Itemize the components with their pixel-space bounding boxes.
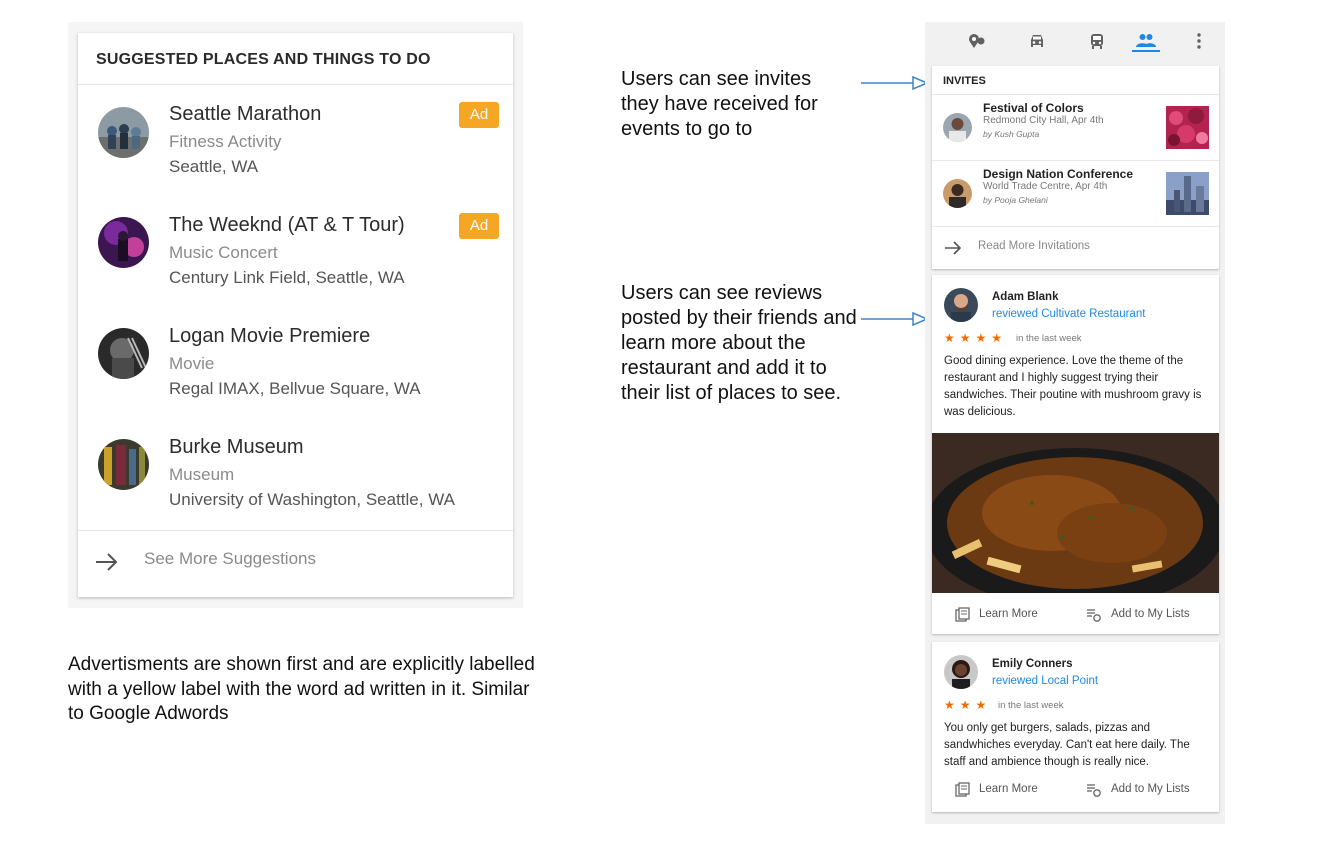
avatar <box>943 113 972 142</box>
suggestion-item-the-weeknd[interactable]: The Weeknd (AT & T Tour) Music Concert C… <box>78 202 513 302</box>
invite-place: World Trade Centre, Apr 4th <box>983 181 1108 192</box>
invite-title: Design Nation Conference <box>983 167 1134 181</box>
avatar <box>98 107 149 158</box>
suggestion-location: University of Washington, Seattle, WA <box>169 490 455 509</box>
article-icon <box>955 782 970 797</box>
review-photo <box>932 433 1219 593</box>
invites-annotation: Users can see invites they have received… <box>621 68 818 140</box>
avatar <box>943 179 972 208</box>
reviews-annotation: Users can see reviews posted by their fr… <box>621 282 857 404</box>
review-text: Good dining experience. Love the theme o… <box>944 355 1202 418</box>
arrow-right-icon <box>96 553 118 571</box>
invite-sender: by Kush Gupta <box>983 129 1040 139</box>
transit-icon[interactable] <box>1086 30 1108 52</box>
add-to-lists-button[interactable]: Add to My Lists <box>1111 783 1190 795</box>
suggestion-title: Burke Museum <box>169 436 304 458</box>
suggestion-category: Music Concert <box>169 243 278 262</box>
see-more-suggestions-button[interactable]: See More Suggestions <box>78 530 513 597</box>
avatar <box>944 655 978 689</box>
read-more-invitations-button[interactable]: Read More Invitations <box>932 227 1219 269</box>
ads-annotation: Advertisments are shown first and are ex… <box>68 654 535 724</box>
avatar <box>98 217 149 268</box>
avatar <box>98 439 149 490</box>
suggestion-location: Century Link Field, Seattle, WA <box>169 268 405 287</box>
reviewer-name: Adam Blank <box>992 291 1059 303</box>
invite-item[interactable]: Festival of Colors Redmond City Hall, Ap… <box>932 95 1219 161</box>
read-more-label: Read More Invitations <box>978 240 1090 252</box>
ad-badge: Ad <box>459 102 499 128</box>
suggestion-category: Movie <box>169 354 215 373</box>
suggestion-location: Regal IMAX, Bellvue Square, WA <box>169 379 421 398</box>
suggestion-category: Museum <box>169 465 235 484</box>
invites-header: INVITES <box>932 66 1219 95</box>
event-thumbnail <box>1166 106 1209 149</box>
star-rating: ★★★★ <box>944 331 1008 345</box>
suggestion-item-logan-movie[interactable]: Logan Movie Premiere Movie Regal IMAX, B… <box>78 313 513 413</box>
active-tab-indicator <box>1132 50 1160 52</box>
invite-title: Festival of Colors <box>983 101 1084 115</box>
people-icon[interactable] <box>1135 30 1157 52</box>
review-card: Emily Conners reviewed Local Point ★★★ i… <box>932 642 1219 812</box>
learn-more-button[interactable]: Learn More <box>979 608 1038 620</box>
invite-item[interactable]: Design Nation Conference World Trade Cen… <box>932 161 1219 227</box>
suggestion-title: The Weeknd (AT & T Tour) <box>169 214 405 236</box>
review-time: in the last week <box>1016 333 1082 344</box>
invite-place: Redmond City Hall, Apr 4th <box>983 115 1104 126</box>
car-icon[interactable] <box>1026 30 1048 52</box>
pointer-arrow-icon <box>861 312 929 326</box>
pointer-arrow-icon <box>861 76 929 90</box>
review-time: in the last week <box>998 700 1064 711</box>
article-icon <box>955 607 970 622</box>
review-place-link[interactable]: reviewed Cultivate Restaurant <box>992 308 1145 320</box>
review-card: Adam Blank reviewed Cultivate Restaurant… <box>932 275 1219 634</box>
ad-badge: Ad <box>459 213 499 239</box>
review-place-link[interactable]: reviewed Local Point <box>992 675 1098 687</box>
more-vert-icon[interactable] <box>1188 30 1210 52</box>
suggestions-header: SUGGESTED PLACES AND THINGS TO DO <box>78 33 513 85</box>
add-to-list-icon <box>1087 784 1101 797</box>
top-navigation <box>925 22 1225 62</box>
suggestion-item-burke-museum[interactable]: Burke Museum Museum University of Washin… <box>78 424 513 524</box>
suggestion-location: Seattle, WA <box>169 157 259 176</box>
suggestions-card: SUGGESTED PLACES AND THINGS TO DO Seattl… <box>78 33 513 597</box>
suggestion-title: Seattle Marathon <box>169 103 322 125</box>
suggestion-item-seattle-marathon[interactable]: Seattle Marathon Fitness Activity Seattl… <box>78 91 513 191</box>
avatar <box>98 328 149 379</box>
suggestion-category: Fitness Activity <box>169 132 282 151</box>
arrow-right-icon <box>945 241 962 255</box>
see-more-label: See More Suggestions <box>144 549 316 568</box>
avatar <box>944 288 978 322</box>
invites-card: INVITES Festival of Colors Redmond City … <box>932 66 1219 269</box>
places-icon[interactable] <box>966 30 988 52</box>
reviewer-name: Emily Conners <box>992 658 1073 670</box>
invite-sender: by Pooja Ghelani <box>983 195 1048 205</box>
review-text: You only get burgers, salads, pizzas and… <box>944 722 1190 768</box>
add-to-list-icon <box>1087 609 1101 622</box>
suggestion-title: Logan Movie Premiere <box>169 325 371 347</box>
event-thumbnail <box>1166 172 1209 215</box>
learn-more-button[interactable]: Learn More <box>979 783 1038 795</box>
star-rating: ★★★ <box>944 698 992 712</box>
add-to-lists-button[interactable]: Add to My Lists <box>1111 608 1190 620</box>
